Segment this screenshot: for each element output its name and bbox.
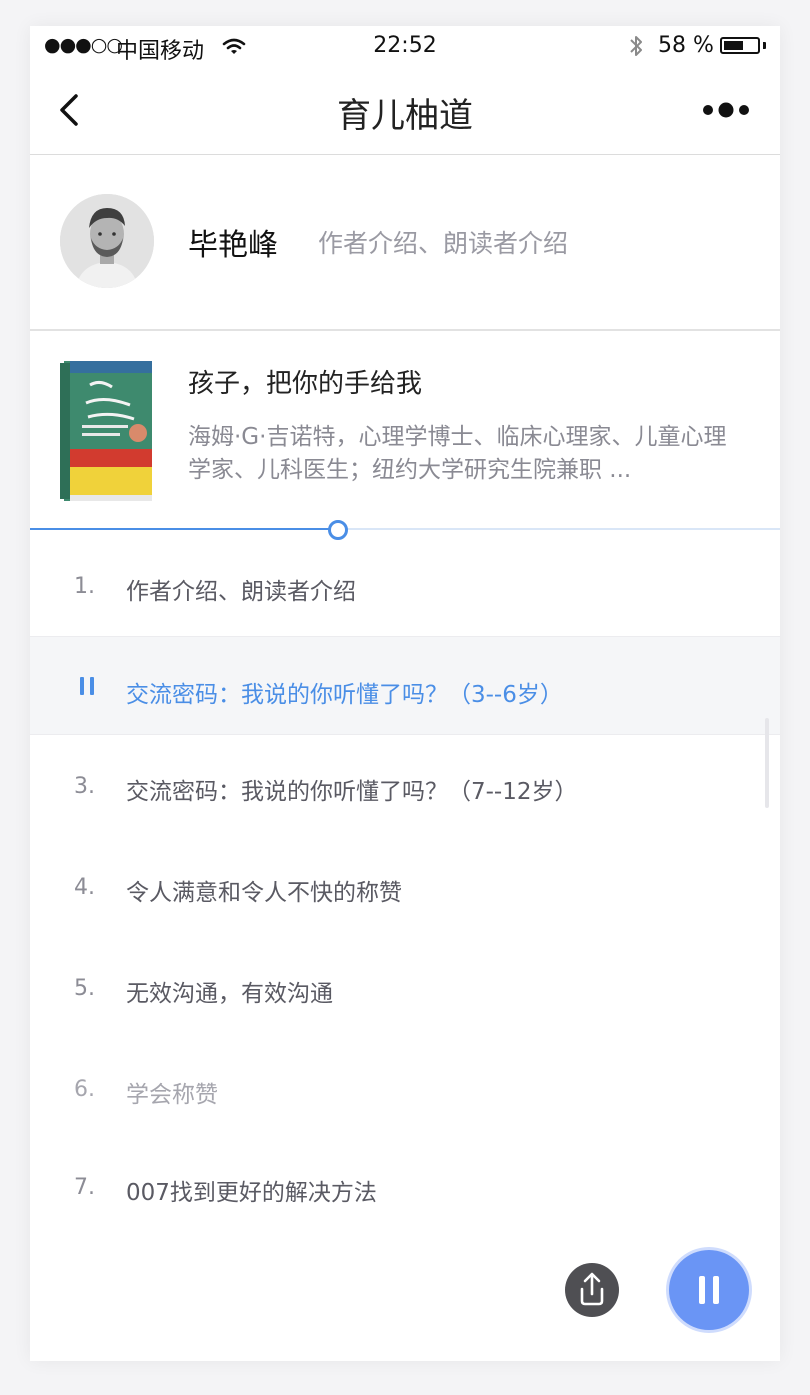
chapter-item[interactable]: 7. 007找到更好的解决方法 — [30, 1135, 780, 1235]
chapter-item[interactable]: 3. 交流密码：我说的你听懂了吗？（7--12岁） — [30, 734, 780, 835]
chapter-title: 007找到更好的解决方法 — [126, 1180, 377, 1206]
chapter-number: 7. — [74, 1175, 95, 1200]
status-bar: ●●●○○ 中国移动 22:52 58 % — [30, 26, 780, 66]
battery-level — [724, 41, 743, 50]
chapter-title: 无效沟通，有效沟通 — [126, 981, 333, 1007]
author-avatar — [60, 194, 154, 288]
author-name: 毕艳峰 — [188, 228, 278, 263]
navigation-bar: 育儿柚道 — [30, 66, 780, 155]
chapter-number: 4. — [74, 875, 95, 900]
chapter-item[interactable]: 6. 学会称赞 — [30, 1037, 780, 1135]
more-dots-icon — [703, 102, 749, 118]
chapter-item[interactable]: 4. 令人满意和令人不快的称赞 — [30, 835, 780, 936]
chapter-title: 交流密码：我说的你听懂了吗？（3--6岁） — [126, 682, 563, 708]
battery-percent: 58 % — [658, 33, 714, 58]
pause-icon-bar — [713, 1276, 719, 1304]
pause-button[interactable] — [669, 1250, 749, 1330]
pause-icon — [80, 677, 94, 695]
book-description: 海姆·G·吉诺特，心理学博士、临床心理家、儿童心理学家、儿科医生；纽约大学研究生… — [188, 424, 727, 483]
chapter-title: 令人满意和令人不快的称赞 — [126, 880, 402, 906]
book-title: 孩子，把你的手给我 — [188, 369, 423, 399]
chapter-number: 1. — [74, 574, 95, 599]
pause-icon-bar — [699, 1276, 705, 1304]
scrollbar-thumb[interactable] — [765, 718, 769, 808]
app-screen: ●●●○○ 中国移动 22:52 58 % 育儿柚道 毕艳峰 作者介绍、朗读者介… — [30, 26, 780, 1361]
chapter-title: 交流密码：我说的你听懂了吗？（7--12岁） — [126, 779, 578, 805]
chapter-number: 6. — [74, 1077, 95, 1102]
author-section[interactable]: 毕艳峰 作者介绍、朗读者介绍 — [30, 154, 780, 331]
battery-cap — [763, 42, 766, 49]
page-title: 育儿柚道 — [337, 96, 473, 136]
chapter-item-playing[interactable]: 交流密码：我说的你听懂了吗？（3--6岁） — [30, 636, 780, 735]
progress-fill — [30, 528, 338, 530]
more-options-button[interactable] — [700, 98, 752, 122]
chapter-item[interactable]: 5. 无效沟通，有效沟通 — [30, 936, 780, 1037]
chapter-number: 5. — [74, 976, 95, 1001]
chapter-title: 作者介绍、朗读者介绍 — [126, 579, 356, 605]
book-section[interactable]: 孩子，把你的手给我 海姆·G·吉诺特，心理学博士、临床心理家、儿童心理学家、儿科… — [30, 329, 780, 529]
share-upload-icon — [580, 1272, 604, 1306]
chapter-title: 学会称赞 — [126, 1082, 218, 1108]
bluetooth-icon — [628, 34, 644, 62]
chapter-item[interactable]: 1. 作者介绍、朗读者介绍 — [30, 534, 780, 635]
share-button[interactable] — [565, 1263, 619, 1317]
battery-icon — [720, 37, 760, 54]
author-subtitle: 作者介绍、朗读者介绍 — [318, 229, 569, 258]
book-cover-image — [60, 361, 156, 501]
chapter-number: 3. — [74, 774, 95, 799]
